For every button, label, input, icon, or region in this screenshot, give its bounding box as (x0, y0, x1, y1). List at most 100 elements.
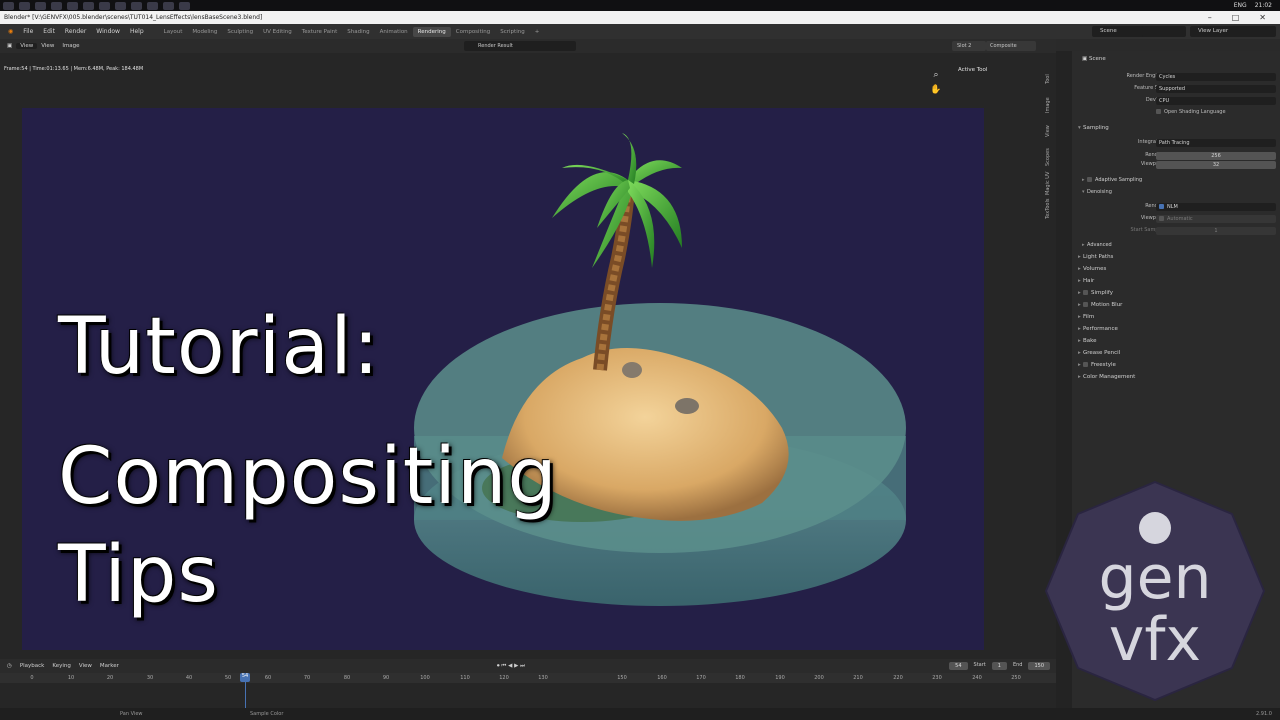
section-adaptive-sampling[interactable]: ▸ Adaptive Sampling (1082, 177, 1142, 183)
feature-set-dropdown[interactable]: Supported (1156, 85, 1276, 93)
tab-texture-paint[interactable]: Texture Paint (297, 27, 343, 37)
denoise-render-checkbox[interactable] (1159, 204, 1164, 209)
adaptive-checkbox[interactable] (1087, 177, 1092, 182)
search-icon[interactable] (18, 1, 30, 10)
tab-animation[interactable]: Animation (375, 27, 413, 37)
section-light-paths[interactable]: ▸ Light Paths (1078, 254, 1113, 260)
zoom-icon[interactable]: ⌕ (930, 69, 942, 81)
illustrator-icon[interactable] (130, 1, 142, 10)
add-workspace-icon[interactable]: + (530, 27, 545, 37)
motion-blur-checkbox[interactable] (1083, 302, 1088, 307)
section-denoising[interactable]: ▾ Denoising (1082, 189, 1112, 195)
menu-marker[interactable]: Marker (96, 663, 123, 669)
integrator-dropdown[interactable]: Path Tracing (1156, 139, 1276, 147)
explorer-icon[interactable] (82, 1, 94, 10)
tab-textools[interactable]: TexTools (1045, 196, 1051, 222)
start-sample-field[interactable]: 1 (1156, 227, 1276, 235)
menu-timeline-view[interactable]: View (75, 663, 96, 669)
blender-logo-icon[interactable]: ◉ (3, 28, 18, 35)
tab-tool[interactable]: Tool (1045, 66, 1051, 92)
tab-compositing[interactable]: Compositing (451, 27, 495, 37)
start-frame-field[interactable]: 1 (991, 662, 1007, 670)
view-mode-dropdown[interactable]: View (16, 43, 38, 49)
editor-type-icon[interactable]: ▣ (3, 43, 16, 49)
slot-dropdown[interactable]: Slot 2 (952, 41, 986, 51)
menu-window[interactable]: Window (91, 28, 125, 35)
close-icon[interactable]: ✕ (1259, 13, 1266, 22)
section-motion-blur[interactable]: ▸ Motion Blur (1078, 302, 1122, 308)
acrobat-icon[interactable] (178, 1, 190, 10)
maximize-icon[interactable]: □ (1232, 13, 1240, 22)
osl-checkbox[interactable] (1156, 109, 1161, 114)
current-frame-field[interactable]: 54 (949, 662, 968, 670)
denoise-viewport-checkbox[interactable] (1159, 216, 1164, 221)
tick-label: 0 (30, 675, 34, 681)
section-bake[interactable]: ▸ Bake (1078, 338, 1097, 344)
playback-controls-icon[interactable]: ⏺ ⏮ ◀ ▶ ⏭ (493, 663, 529, 670)
pan-hand-icon[interactable]: ✋ (930, 84, 942, 96)
section-performance[interactable]: ▸ Performance (1078, 326, 1118, 332)
menu-view[interactable]: View (37, 43, 58, 49)
section-advanced[interactable]: ▸ Advanced (1082, 242, 1112, 248)
menu-help[interactable]: Help (125, 28, 149, 35)
properties-scene-label: ▣ Scene (1082, 56, 1106, 62)
render-frame-info: Frame:54 | Time:01:13.65 | Mem:6.48M, Pe… (4, 66, 144, 72)
tab-scopes[interactable]: Scopes (1045, 144, 1051, 170)
playhead-line[interactable] (245, 682, 246, 710)
clock[interactable]: 21:02 (1255, 2, 1272, 9)
tab-modeling[interactable]: Modeling (187, 27, 222, 37)
tick-label: 230 (932, 675, 942, 681)
tab-uv-editing[interactable]: UV Editing (258, 27, 297, 37)
denoise-viewport-dropdown[interactable]: Automatic (1156, 215, 1276, 223)
tab-layout[interactable]: Layout (159, 27, 188, 37)
render-engine-dropdown[interactable]: Cycles (1156, 73, 1276, 81)
section-film[interactable]: ▸ Film (1078, 314, 1094, 320)
tab-image[interactable]: Image (1045, 92, 1051, 118)
premiere-icon[interactable] (162, 1, 174, 10)
tab-rendering[interactable]: Rendering (412, 26, 451, 37)
timeline-ruler[interactable]: 0 10 20 30 40 50 60 70 80 90 100 110 120… (0, 673, 1056, 683)
image-selector[interactable]: Render Result (464, 41, 576, 51)
photoshop-icon[interactable] (114, 1, 126, 10)
blender-task-icon[interactable] (98, 1, 110, 10)
menu-image[interactable]: Image (58, 43, 83, 49)
minimize-icon[interactable]: – (1208, 13, 1212, 22)
grease-pencil-label: Grease Pencil (1083, 350, 1121, 356)
pass-dropdown[interactable]: Composite (986, 41, 1036, 51)
section-grease-pencil[interactable]: ▸ Grease Pencil (1078, 350, 1120, 356)
tab-view[interactable]: View (1045, 118, 1051, 144)
aftereffects-icon[interactable] (146, 1, 158, 10)
sampling-label: Sampling (1083, 125, 1109, 131)
tab-scripting[interactable]: Scripting (495, 27, 529, 37)
section-hair[interactable]: ▸ Hair (1078, 278, 1094, 284)
device-dropdown[interactable]: CPU (1156, 97, 1276, 105)
playhead-frame-indicator[interactable]: 54 (240, 673, 250, 682)
menu-render[interactable]: Render (60, 28, 91, 35)
chrome-icon[interactable] (66, 1, 78, 10)
tab-shading[interactable]: Shading (342, 27, 374, 37)
freestyle-checkbox[interactable] (1083, 362, 1088, 367)
section-color-management[interactable]: ▸ Color Management (1078, 374, 1135, 380)
view-layer-selector[interactable]: View Layer (1190, 26, 1276, 37)
section-freestyle[interactable]: ▸ Freestyle (1078, 362, 1116, 368)
menu-edit[interactable]: Edit (38, 28, 60, 35)
search-input[interactable] (1142, 26, 1186, 37)
simplify-checkbox[interactable] (1083, 290, 1088, 295)
active-tool-label[interactable]: Active Tool (958, 67, 987, 73)
menu-file[interactable]: File (18, 28, 38, 35)
windows-start-icon[interactable] (2, 1, 14, 10)
tab-sculpting[interactable]: Sculpting (222, 27, 258, 37)
browser-icon[interactable] (50, 1, 62, 10)
render-samples-field[interactable]: 256 (1156, 152, 1276, 160)
menu-playback[interactable]: Playback (16, 663, 49, 669)
denoise-render-dropdown[interactable]: NLM (1156, 203, 1276, 211)
section-volumes[interactable]: ▸ Volumes (1078, 266, 1106, 272)
viewport-samples-field[interactable]: 32 (1156, 161, 1276, 169)
timeline-editor-icon[interactable]: ◷ (3, 663, 16, 669)
section-simplify[interactable]: ▸ Simplify (1078, 290, 1113, 296)
menu-keying[interactable]: Keying (48, 663, 74, 669)
tab-magic-uv[interactable]: Magic UV (1045, 170, 1051, 196)
language-indicator[interactable]: ENG (1234, 2, 1247, 9)
section-sampling[interactable]: ▾ Sampling (1078, 125, 1109, 131)
taskview-icon[interactable] (34, 1, 46, 10)
